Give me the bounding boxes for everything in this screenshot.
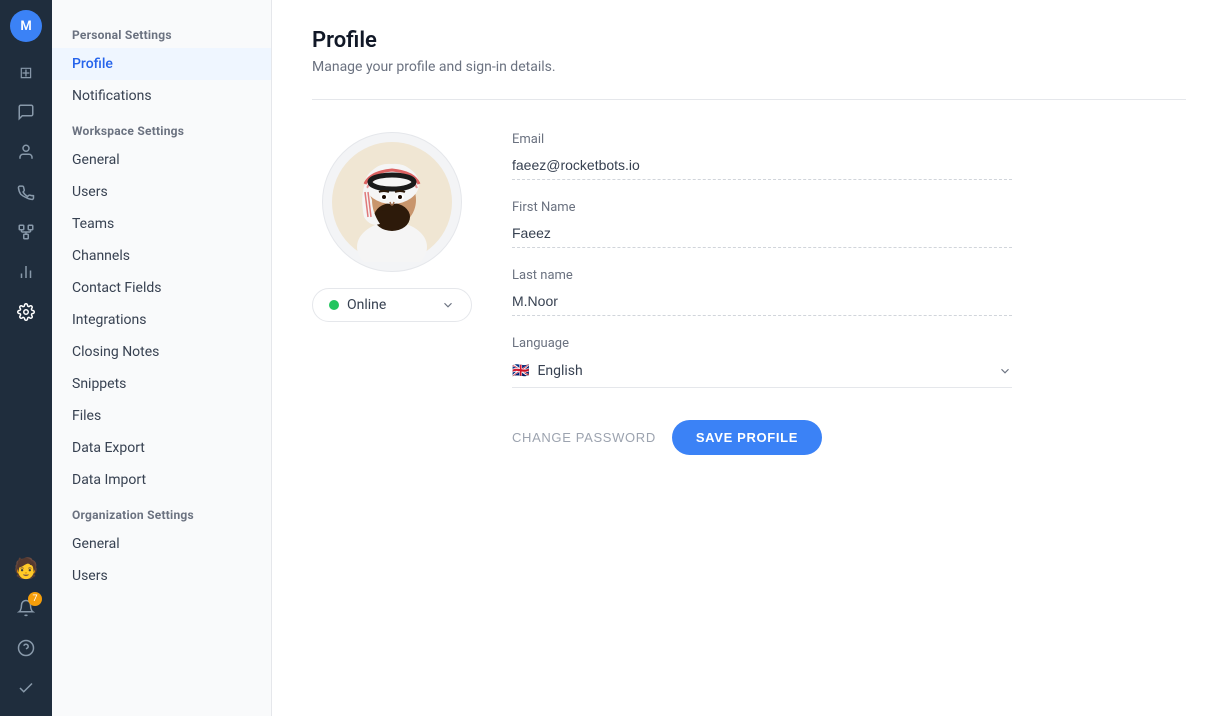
dashboard-icon[interactable]: ⊞ <box>8 54 44 90</box>
status-label: Online <box>347 297 386 313</box>
user-profile-icon[interactable]: 🧑 <box>8 550 44 586</box>
last-name-input[interactable] <box>512 287 1012 316</box>
status-dot <box>329 300 339 310</box>
status-dropdown[interactable]: Online <box>312 288 472 322</box>
last-name-label: Last name <box>512 268 1012 283</box>
profile-avatar[interactable] <box>322 132 462 272</box>
left-sidebar: Personal Settings Profile Notifications … <box>52 0 272 716</box>
sidebar-item-users[interactable]: Users <box>52 176 271 208</box>
contacts-icon[interactable] <box>8 134 44 170</box>
first-name-input[interactable] <box>512 219 1012 248</box>
chat-icon[interactable] <box>8 94 44 130</box>
language-flag: 🇬🇧 <box>512 363 529 379</box>
sidebar-item-channels[interactable]: Channels <box>52 240 271 272</box>
email-input[interactable] <box>512 151 1012 180</box>
organization-settings-title: Organization Settings <box>52 496 271 528</box>
broadcast-icon[interactable] <box>8 174 44 210</box>
user-avatar[interactable]: M <box>10 10 42 42</box>
personal-settings-title: Personal Settings <box>52 16 271 48</box>
language-chevron-icon <box>998 364 1012 378</box>
main-content: Profile Manage your profile and sign-in … <box>272 0 1226 716</box>
language-label: Language <box>512 336 1012 351</box>
sidebar-item-snippets[interactable]: Snippets <box>52 368 271 400</box>
first-name-label: First Name <box>512 200 1012 215</box>
sidebar-item-integrations[interactable]: Integrations <box>52 304 271 336</box>
sidebar-item-data-export[interactable]: Data Export <box>52 432 271 464</box>
sidebar-item-general[interactable]: General <box>52 144 271 176</box>
notifications-bell-icon[interactable]: 7 <box>8 590 44 626</box>
language-select[interactable]: 🇬🇧 English <box>512 355 1012 388</box>
icon-sidebar: M ⊞ 🧑 7 <box>0 0 52 716</box>
reports-icon[interactable] <box>8 254 44 290</box>
email-label: Email <box>512 132 1012 147</box>
form-actions: CHANGE PASSWORD SAVE PROFILE <box>512 420 1012 455</box>
language-field: Language 🇬🇧 English <box>512 336 1012 388</box>
language-value: English <box>537 363 582 379</box>
avatar-area: Online <box>312 132 472 322</box>
sidebar-item-notifications[interactable]: Notifications <box>52 80 271 112</box>
sidebar-item-teams[interactable]: Teams <box>52 208 271 240</box>
avatar-image <box>332 142 452 262</box>
profile-section: Online Email First Name Last name Langua… <box>312 132 1186 455</box>
checkmark-icon[interactable] <box>8 670 44 706</box>
last-name-field: Last name <box>512 268 1012 316</box>
change-password-button[interactable]: CHANGE PASSWORD <box>512 430 656 445</box>
tree-icon[interactable] <box>8 214 44 250</box>
sidebar-item-files[interactable]: Files <box>52 400 271 432</box>
sidebar-item-org-general[interactable]: General <box>52 528 271 560</box>
first-name-field: First Name <box>512 200 1012 248</box>
save-profile-button[interactable]: SAVE PROFILE <box>672 420 822 455</box>
form-area: Email First Name Last name Language 🇬🇧 E… <box>512 132 1012 455</box>
page-title: Profile <box>312 28 1186 53</box>
sidebar-item-org-users[interactable]: Users <box>52 560 271 592</box>
sidebar-item-closing-notes[interactable]: Closing Notes <box>52 336 271 368</box>
notification-count-badge: 7 <box>28 592 42 606</box>
section-divider <box>312 99 1186 100</box>
sidebar-item-profile[interactable]: Profile <box>52 48 271 80</box>
chevron-down-icon <box>441 298 455 312</box>
page-subtitle: Manage your profile and sign-in details. <box>312 59 1186 75</box>
help-icon[interactable] <box>8 630 44 666</box>
sidebar-item-data-import[interactable]: Data Import <box>52 464 271 496</box>
workspace-settings-title: Workspace Settings <box>52 112 271 144</box>
settings-icon[interactable] <box>8 294 44 330</box>
sidebar-item-contact-fields[interactable]: Contact Fields <box>52 272 271 304</box>
email-field: Email <box>512 132 1012 180</box>
